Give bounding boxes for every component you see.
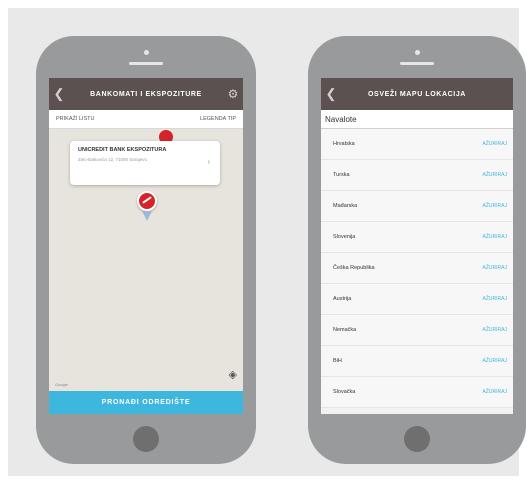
update-button[interactable]: AŽURIRAJ (483, 203, 507, 209)
list-item: Nemačka AŽURIRAJ (321, 315, 513, 346)
country-label: Austrija (333, 296, 352, 302)
page-title: OSVEŽI MAPU LOKACIJA (368, 90, 466, 98)
show-list-link[interactable]: PRIKAŽI LISTU (56, 116, 95, 122)
top-bar: ❮ OSVEŽI MAPU LOKACIJA (321, 78, 513, 110)
crosshair-icon[interactable]: ◈ (229, 368, 237, 381)
location-popup[interactable]: UNICREDIT BANK EKSPOZITURA Zelo-Đakovića… (70, 141, 220, 185)
list-item: Hrvatska AŽURIRAJ (321, 129, 513, 160)
update-button[interactable]: AŽURIRAJ (483, 389, 507, 395)
list-item: Mađarska AŽURIRAJ (321, 191, 513, 222)
list-item: Turska AŽURIRAJ (321, 160, 513, 191)
country-label: Slovačka (333, 389, 356, 395)
list-item: Slovenija AŽURIRAJ (321, 222, 513, 253)
country-label: Turska (333, 172, 350, 178)
popup-address: Zelo-Đakovića 12, 71000 Sarajevo (78, 157, 148, 162)
country-label: BiH (333, 358, 342, 364)
list-item: Češka Republika AŽURIRAJ (321, 253, 513, 284)
top-bar: ❮ BANKOMATI I EKSPOZITURE ⚙ (49, 78, 243, 110)
sub-bar: PRIKAŽI LISTU LEGENDA TIP (49, 110, 243, 129)
chevron-right-icon[interactable]: › (208, 159, 210, 166)
camera-dot (414, 50, 420, 55)
home-button (133, 426, 159, 452)
phone-mockup-right: ❮ OSVEŽI MAPU LOKACIJA Navalote Hrvatska… (308, 36, 526, 464)
selected-pin-icon[interactable] (137, 191, 157, 211)
back-arrow-icon[interactable]: ❮ (49, 86, 69, 102)
update-button[interactable]: AŽURIRAJ (483, 358, 507, 364)
country-label: Slovenija (333, 234, 356, 240)
map-attribution: Google (55, 382, 68, 387)
update-button[interactable]: AŽURIRAJ (483, 141, 507, 147)
back-arrow-icon[interactable]: ❮ (321, 86, 341, 102)
camera-dot (143, 50, 149, 55)
list-item: Slovačka AŽURIRAJ (321, 377, 513, 408)
page-title: BANKOMATI I EKSPOZITURE (90, 90, 202, 98)
update-button[interactable]: AŽURIRAJ (483, 327, 507, 333)
popup-title: UNICREDIT BANK EKSPOZITURA (78, 147, 167, 153)
country-label: Hrvatska (333, 141, 355, 147)
legend-link[interactable]: LEGENDA TIP (200, 116, 236, 122)
country-label: Češka Republika (333, 265, 375, 271)
find-destination-button[interactable]: PRONAĐI ODREDIŠTE (49, 391, 243, 414)
pin-pointer (142, 211, 152, 221)
update-button[interactable]: AŽURIRAJ (483, 234, 507, 240)
country-list: Hrvatska AŽURIRAJ Turska AŽURIRAJ Mađarska AŽ… (321, 129, 513, 414)
country-label: Mađarska (333, 203, 358, 209)
list-item: BiH AŽURIRAJ (321, 346, 513, 377)
section-header: Navalote (321, 110, 513, 129)
update-button[interactable]: AŽURIRAJ (483, 296, 507, 302)
gear-icon[interactable]: ⚙ (223, 87, 243, 101)
speaker-slot (400, 62, 434, 65)
update-button[interactable]: AŽURIRAJ (483, 265, 507, 271)
country-label: Nemačka (333, 327, 357, 333)
home-button (404, 426, 430, 452)
map-area[interactable]: UNICREDIT BANK EKSPOZITURA Zelo-Đakovića… (49, 129, 243, 391)
phone-mockup-left: ❮ BANKOMATI I EKSPOZITURE ⚙ PRIKAŽI LIST… (36, 36, 256, 464)
update-button[interactable]: AŽURIRAJ (483, 172, 507, 178)
screen-map: ❮ BANKOMATI I EKSPOZITURE ⚙ PRIKAŽI LIST… (49, 78, 243, 414)
screen-update-map: ❮ OSVEŽI MAPU LOKACIJA Navalote Hrvatska… (321, 78, 513, 414)
speaker-slot (129, 62, 163, 65)
list-item: Austrija AŽURIRAJ (321, 284, 513, 315)
